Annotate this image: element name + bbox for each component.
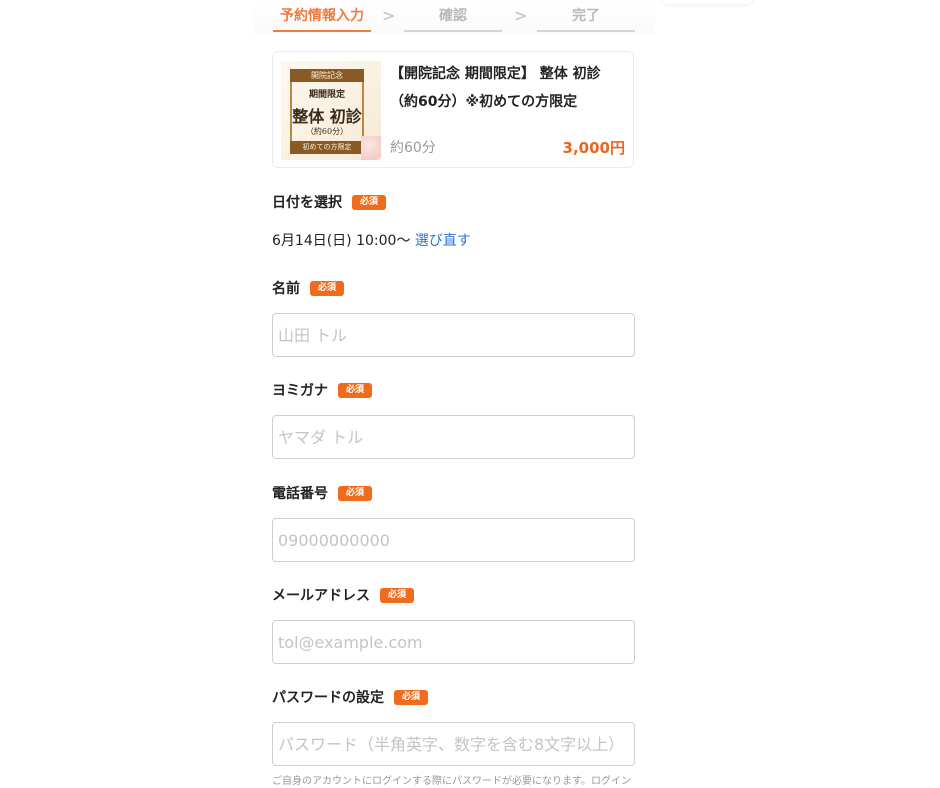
- kana-input[interactable]: [272, 415, 635, 459]
- thumbnail-duration: （約60分）: [305, 127, 349, 136]
- password-input[interactable]: [272, 722, 635, 766]
- reselect-date-link[interactable]: 選び直す: [415, 233, 471, 249]
- phone-label-text: 電話番号: [272, 486, 328, 502]
- required-badge: 必須: [380, 587, 415, 603]
- selected-date: 6月14日(日) 10:00〜 選び直す: [272, 230, 471, 250]
- thumbnail-first-time: 初めての方限定: [290, 141, 364, 154]
- kana-label: ヨミガナ 必須: [272, 380, 373, 400]
- step-input: 予約情報入力: [273, 6, 371, 32]
- thumbnail-title: 整体 初診: [292, 107, 362, 126]
- top-handle: [661, 0, 753, 4]
- step-complete: 完了: [537, 6, 635, 32]
- kana-label-text: ヨミガナ: [272, 383, 328, 399]
- email-label-text: メールアドレス: [272, 588, 370, 604]
- plan-thumbnail: 開院記念 期間限定 整体 初診 （約60分） 初めての方限定: [281, 61, 381, 160]
- email-label: メールアドレス 必須: [272, 585, 415, 605]
- thumbnail-limited: 期間限定: [308, 90, 345, 100]
- plan-price: 3,000円: [562, 139, 625, 157]
- password-label-text: パスワードの設定: [272, 690, 384, 706]
- name-label-text: 名前: [272, 281, 300, 297]
- required-badge: 必須: [338, 485, 373, 501]
- email-input[interactable]: [272, 620, 635, 664]
- required-badge: 必須: [352, 194, 387, 210]
- thumbnail-badge-opening: 開院記念: [290, 69, 364, 82]
- name-label: 名前 必須: [272, 278, 345, 298]
- thumbnail-decoration: [361, 136, 381, 160]
- progress-steps: 予約情報入力 > 確認 > 完了: [253, 0, 753, 34]
- date-label: 日付を選択 必須: [272, 192, 387, 212]
- name-input[interactable]: [272, 313, 635, 357]
- step-separator-icon: >: [514, 6, 528, 25]
- required-badge: 必須: [338, 382, 373, 398]
- phone-input[interactable]: [272, 518, 635, 562]
- plan-duration: 約60分: [390, 140, 436, 156]
- password-label: パスワードの設定 必須: [272, 687, 429, 707]
- plan-title: 【開院記念 期間限定】 整体 初診（約60分）※初めての方限定: [390, 66, 601, 110]
- date-label-text: 日付を選択: [272, 195, 342, 211]
- selected-date-value: 6月14日(日) 10:00〜: [272, 233, 411, 249]
- password-note: ご自身のアカウントにログインする際にパスワードが必要になります。ログイン: [272, 776, 631, 787]
- plan-card[interactable]: 開院記念 期間限定 整体 初診 （約60分） 初めての方限定 【開院記念 期間限…: [272, 51, 634, 168]
- step-confirm: 確認: [404, 6, 502, 32]
- required-badge: 必須: [310, 280, 345, 296]
- step-separator-icon: >: [382, 6, 396, 25]
- required-badge: 必須: [394, 689, 429, 705]
- phone-label: 電話番号 必須: [272, 483, 373, 503]
